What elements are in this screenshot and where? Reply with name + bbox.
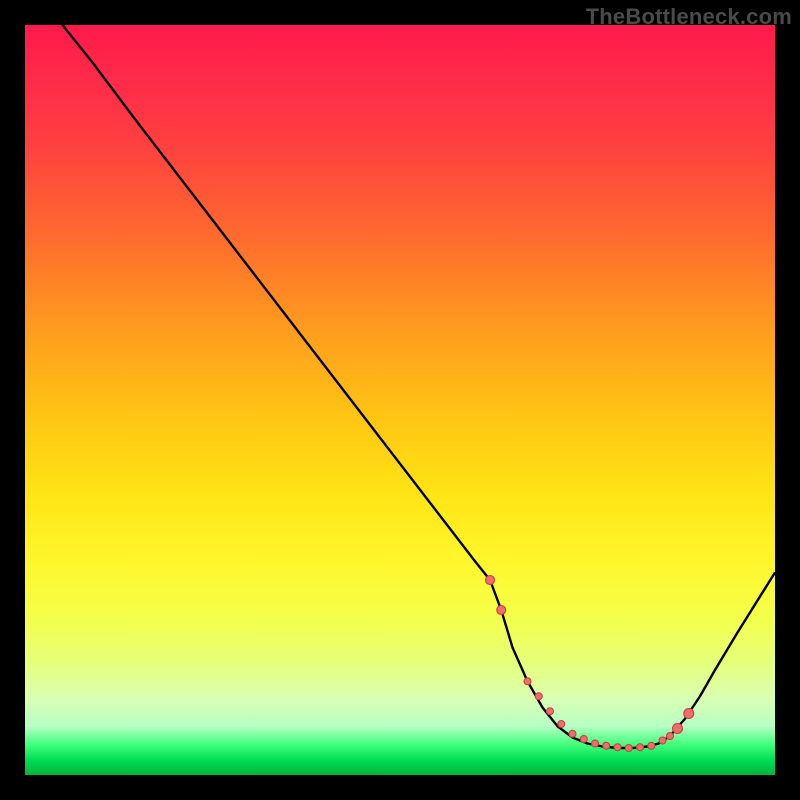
chart-frame: TheBottleneck.com xyxy=(0,0,800,800)
data-marker xyxy=(684,709,694,719)
data-marker xyxy=(673,724,683,734)
curve-line xyxy=(63,25,776,748)
data-marker xyxy=(524,678,531,685)
data-marker xyxy=(547,708,554,715)
data-marker xyxy=(592,740,599,747)
data-marker xyxy=(625,745,632,752)
data-marker xyxy=(569,730,576,737)
data-marker xyxy=(486,576,495,585)
watermark-text: TheBottleneck.com xyxy=(586,4,792,30)
data-marker xyxy=(659,737,666,744)
markers-group xyxy=(486,576,694,752)
chart-svg xyxy=(25,25,775,775)
plot-area xyxy=(25,25,775,775)
data-marker xyxy=(648,742,655,749)
data-marker xyxy=(497,606,506,615)
data-marker xyxy=(558,721,565,728)
data-marker xyxy=(535,693,542,700)
data-marker xyxy=(614,744,621,751)
data-marker xyxy=(667,733,674,740)
data-marker xyxy=(580,736,587,743)
data-marker xyxy=(637,744,644,751)
data-marker xyxy=(603,742,610,749)
